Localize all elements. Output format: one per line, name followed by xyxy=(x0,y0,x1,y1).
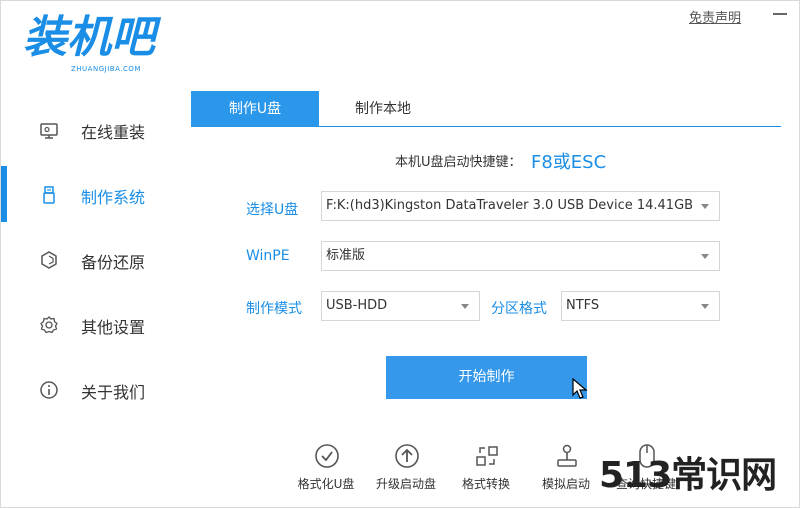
chevron-down-icon xyxy=(701,304,709,309)
check-circle-icon xyxy=(315,444,339,468)
sidebar-item-label: 关于我们 xyxy=(81,383,146,402)
sidebar-item-label: 备份还原 xyxy=(81,253,146,272)
tool-label: 格式化U盘 xyxy=(297,477,355,491)
winpe-label: WinPE xyxy=(246,248,290,264)
mode-select[interactable]: USB-HDD xyxy=(321,291,480,321)
tool-upgrade-boot-disk[interactable]: 升级启动盘 xyxy=(366,441,446,497)
tab-make-usb[interactable]: 制作U盘 xyxy=(191,91,319,127)
sidebar-item-online-reinstall[interactable]: 在线重装 xyxy=(1,101,181,157)
usb-select[interactable]: F:K:(hd3)Kingston DataTraveler 3.0 USB D… xyxy=(321,191,720,221)
usb-icon xyxy=(43,186,55,204)
tool-label: 格式转换 xyxy=(461,477,510,491)
partition-label: 分区格式 xyxy=(491,301,547,317)
sidebar-item-label: 在线重装 xyxy=(81,123,146,142)
logo-title: 装机吧 xyxy=(23,12,155,63)
logo: 装机吧 ZHUANGJIBA.COM xyxy=(23,15,173,77)
tool-label: 升级启动盘 xyxy=(375,477,436,491)
monitor-icon xyxy=(40,123,58,139)
partition-select-value: NTFS xyxy=(566,298,600,313)
mode-label: 制作模式 xyxy=(246,301,302,317)
tool-format-usb[interactable]: 格式化U盘 xyxy=(286,441,366,497)
usb-select-label: 选择U盘 xyxy=(246,202,299,218)
usb-select-value: F:K:(hd3)Kingston DataTraveler 3.0 USB D… xyxy=(326,198,694,213)
start-button[interactable]: 开始制作 xyxy=(386,356,587,399)
tool-format-convert[interactable]: 格式转换 xyxy=(446,441,526,497)
watermark: 513常识网 xyxy=(599,453,799,505)
sidebar-item-about-us[interactable]: 关于我们 xyxy=(1,361,181,417)
app-window: 装机吧 ZHUANGJIBA.COM 免责声明 在线重装 制作系统 备份还原 其… xyxy=(0,0,800,508)
logo-subtitle: ZHUANGJIBA.COM xyxy=(71,65,141,73)
partition-select[interactable]: NTFS xyxy=(561,291,720,321)
backup-icon xyxy=(41,251,57,269)
tab-make-local[interactable]: 制作本地 xyxy=(319,91,447,127)
convert-icon xyxy=(476,446,498,466)
sidebar-item-label: 其他设置 xyxy=(81,318,146,337)
sidebar-item-make-system[interactable]: 制作系统 xyxy=(1,166,181,222)
info-icon xyxy=(40,381,58,399)
watermark-text: 513常识网 xyxy=(599,455,777,496)
mouse-cursor-icon xyxy=(572,378,588,399)
tab-bar: 制作U盘 制作本地 xyxy=(191,91,781,127)
sidebar-item-label: 制作系统 xyxy=(81,188,146,207)
tool-label: 模拟启动 xyxy=(541,477,590,491)
hotkey-value: F8或ESC xyxy=(531,152,607,173)
sidebar-item-other-settings[interactable]: 其他设置 xyxy=(1,296,181,352)
winpe-select-value: 标准版 xyxy=(326,248,366,263)
disclaimer-link[interactable]: 免责声明 xyxy=(689,7,741,26)
chevron-down-icon xyxy=(461,304,469,309)
upload-circle-icon xyxy=(395,444,419,468)
tool-simulate-boot[interactable]: 模拟启动 xyxy=(526,441,606,497)
sidebar-item-backup-restore[interactable]: 备份还原 xyxy=(1,231,181,287)
hotkey-label: 本机U盘启动快捷键： xyxy=(395,155,522,170)
gear-icon xyxy=(40,316,58,334)
minimize-button[interactable] xyxy=(773,13,787,15)
joystick-icon xyxy=(557,444,577,467)
winpe-select[interactable]: 标准版 xyxy=(321,241,720,271)
mode-select-value: USB-HDD xyxy=(326,298,388,313)
chevron-down-icon xyxy=(701,254,709,259)
chevron-down-icon xyxy=(701,204,709,209)
